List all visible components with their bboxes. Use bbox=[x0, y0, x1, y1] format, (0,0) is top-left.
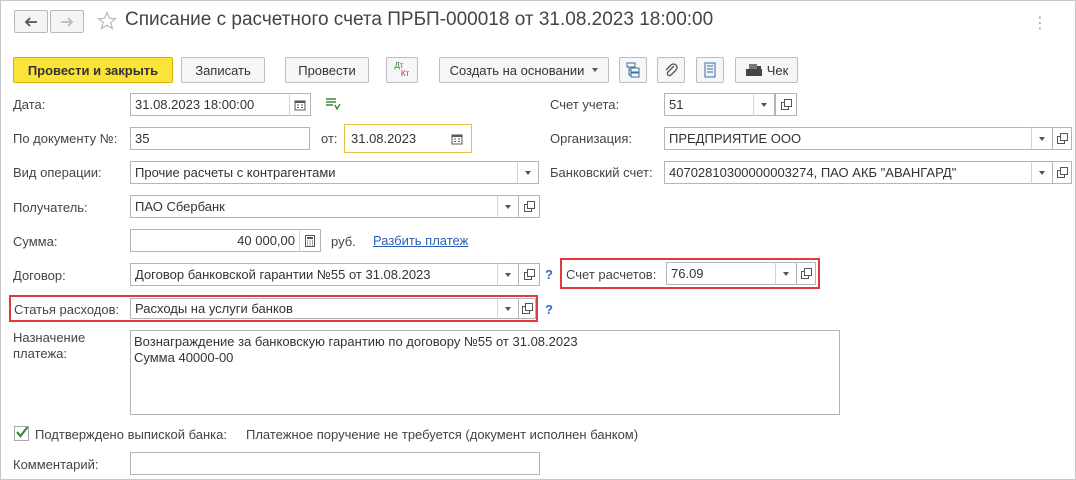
create-based-on-button[interactable]: Создать на основании bbox=[439, 57, 609, 83]
calendar-icon bbox=[294, 100, 306, 110]
open-icon bbox=[523, 201, 535, 212]
recipient-label: Получатель: bbox=[13, 200, 88, 215]
calendar-icon bbox=[451, 134, 463, 144]
expense-item-dropdown-button[interactable] bbox=[497, 298, 519, 319]
settlement-account-label: Счет расчетов: bbox=[566, 267, 657, 282]
purpose-label: Назначение платежа: bbox=[13, 330, 86, 361]
chevron-down-icon bbox=[1039, 136, 1045, 141]
paperclip-icon bbox=[665, 63, 678, 77]
org-open-button[interactable] bbox=[1052, 127, 1072, 150]
bank-account-dropdown-button[interactable] bbox=[1031, 161, 1053, 184]
back-button[interactable] bbox=[14, 10, 48, 33]
date-label: Дата: bbox=[13, 97, 46, 112]
org-dropdown-button[interactable] bbox=[1031, 127, 1053, 150]
receipt-button[interactable]: Чек bbox=[735, 57, 798, 83]
expense-help-icon[interactable]: ? bbox=[545, 302, 553, 317]
open-icon bbox=[521, 303, 533, 314]
save-button[interactable]: Записать bbox=[181, 57, 265, 83]
confirmed-checkbox[interactable] bbox=[14, 426, 29, 441]
dt-kt-button[interactable]: Дт Кт bbox=[386, 57, 418, 83]
date-input[interactable]: 31.08.2023 18:00:00 bbox=[130, 93, 290, 116]
doc-number-label: По документу №: bbox=[13, 131, 118, 146]
post-button[interactable]: Провести bbox=[285, 57, 369, 83]
document-list-icon bbox=[704, 62, 716, 78]
chevron-down-icon bbox=[505, 272, 511, 277]
comment-label: Комментарий: bbox=[13, 457, 99, 472]
checkmark-icon bbox=[16, 426, 29, 438]
recipient-dropdown-button[interactable] bbox=[497, 195, 519, 218]
account-input[interactable]: 51 bbox=[664, 93, 754, 116]
account-label: Счет учета: bbox=[550, 97, 620, 112]
doc-number-input[interactable]: 35 bbox=[130, 127, 310, 150]
settlement-account-dropdown-button[interactable] bbox=[775, 262, 797, 285]
calculator-button[interactable] bbox=[299, 229, 321, 252]
recipient-input[interactable]: ПАО Сбербанк bbox=[130, 195, 498, 218]
from-date-calendar-button[interactable] bbox=[446, 127, 468, 150]
cash-register-icon bbox=[745, 64, 762, 76]
open-icon bbox=[780, 99, 792, 110]
sum-input[interactable]: 40 000,00 bbox=[130, 229, 300, 252]
purpose-textarea[interactable]: Вознаграждение за банковскую гарантию по… bbox=[130, 330, 840, 415]
op-type-label: Вид операции: bbox=[13, 165, 102, 180]
purpose-line-2: Сумма 40000-00 bbox=[134, 350, 234, 365]
open-icon bbox=[523, 269, 535, 280]
calculator-icon bbox=[305, 234, 315, 247]
receipt-label: Чек bbox=[766, 62, 789, 78]
date-calendar-button[interactable] bbox=[289, 93, 311, 116]
expense-item-open-button[interactable] bbox=[518, 298, 536, 319]
chevron-down-icon bbox=[525, 170, 531, 175]
contract-help-icon[interactable]: ? bbox=[545, 267, 553, 282]
comment-input[interactable] bbox=[130, 452, 540, 475]
page-title: Списание с расчетного счета ПРБП-000018 … bbox=[125, 9, 714, 30]
bank-account-input[interactable]: 40702810300000003274, ПАО АКБ "АВАНГАРД" bbox=[664, 161, 1032, 184]
op-type-select[interactable]: Прочие расчеты с контрагентами bbox=[130, 161, 518, 184]
contract-dropdown-button[interactable] bbox=[497, 263, 519, 286]
post-and-close-button[interactable]: Провести и закрыть bbox=[13, 57, 173, 83]
chevron-down-icon bbox=[592, 68, 599, 72]
account-open-button[interactable] bbox=[775, 93, 797, 116]
star-icon[interactable] bbox=[97, 11, 117, 31]
history-icon[interactable] bbox=[324, 96, 342, 112]
chevron-down-icon bbox=[505, 306, 511, 311]
settlement-account-open-button[interactable] bbox=[796, 262, 816, 285]
recipient-open-button[interactable] bbox=[518, 195, 540, 218]
chevron-down-icon bbox=[761, 102, 767, 107]
bank-account-label: Банковский счет: bbox=[550, 165, 653, 180]
op-type-dropdown-button[interactable] bbox=[517, 161, 539, 184]
split-payment-link[interactable]: Разбить платеж bbox=[373, 233, 468, 248]
kt-label: Кт bbox=[400, 69, 410, 78]
chevron-down-icon bbox=[783, 271, 789, 276]
currency-label: руб. bbox=[331, 234, 356, 249]
confirmed-label: Подтверждено выпиской банка: bbox=[35, 427, 227, 442]
bank-account-open-button[interactable] bbox=[1052, 161, 1072, 184]
more-icon[interactable]: ⋮ bbox=[1032, 13, 1049, 33]
expense-item-label: Статья расходов: bbox=[14, 302, 120, 317]
contract-label: Договор: bbox=[13, 268, 66, 283]
payment-order-note: Платежное поручение не требуется (докуме… bbox=[246, 427, 639, 442]
contract-input[interactable]: Договор банковской гарантии №55 от 31.08… bbox=[130, 263, 498, 286]
org-label: Организация: bbox=[550, 131, 633, 146]
purpose-line-1: Вознаграждение за банковскую гарантию по… bbox=[134, 334, 578, 349]
open-icon bbox=[800, 268, 812, 279]
from-label: от: bbox=[321, 131, 338, 146]
open-icon bbox=[1056, 133, 1068, 144]
from-date-input[interactable]: 31.08.2023 bbox=[346, 127, 446, 150]
forward-button[interactable] bbox=[50, 10, 84, 33]
org-input[interactable]: ПРЕДПРИЯТИЕ ООО bbox=[664, 127, 1032, 150]
arrow-right-icon bbox=[61, 16, 74, 27]
settlement-account-input[interactable]: 76.09 bbox=[666, 262, 776, 285]
contract-open-button[interactable] bbox=[518, 263, 540, 286]
sum-label: Сумма: bbox=[13, 234, 58, 249]
structure-button[interactable] bbox=[619, 57, 647, 83]
create-based-on-label: Создать на основании bbox=[449, 62, 585, 78]
chevron-down-icon bbox=[505, 204, 511, 209]
account-dropdown-button[interactable] bbox=[753, 93, 775, 116]
attach-button[interactable] bbox=[657, 57, 685, 83]
expense-item-input[interactable]: Расходы на услуги банков bbox=[130, 298, 498, 319]
open-icon bbox=[1056, 167, 1068, 178]
hierarchy-icon bbox=[626, 62, 640, 78]
arrow-left-icon bbox=[24, 16, 37, 27]
report-button[interactable] bbox=[696, 57, 724, 83]
chevron-down-icon bbox=[1039, 170, 1045, 175]
